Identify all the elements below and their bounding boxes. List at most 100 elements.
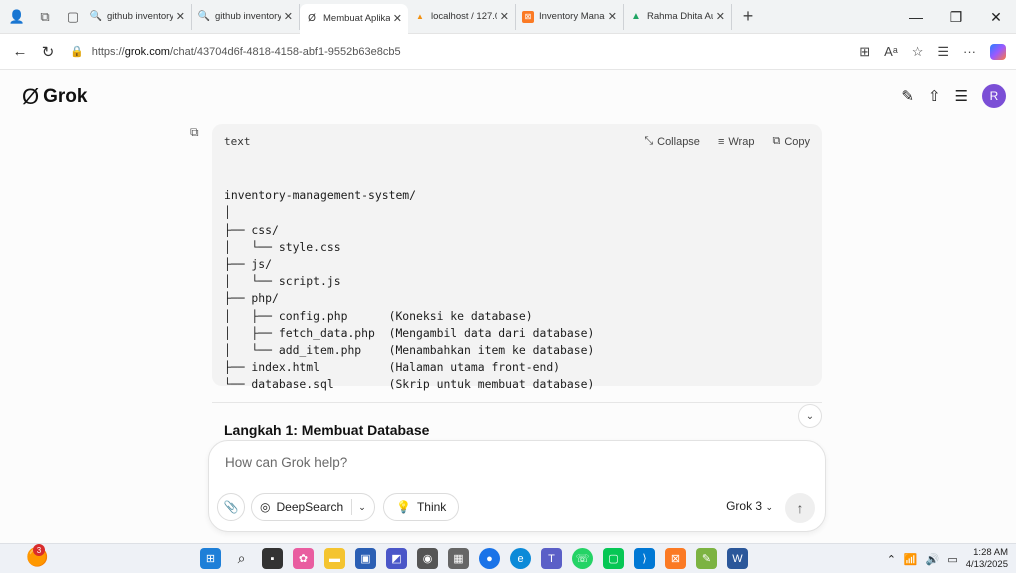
search-icon: 🔍 — [197, 11, 211, 22]
copy-message-icon[interactable]: ⧉ — [190, 125, 199, 140]
more-icon[interactable]: ··· — [963, 44, 976, 59]
whatsapp-icon[interactable]: ☏ — [572, 548, 593, 569]
url-prefix: https:// — [91, 45, 125, 58]
url-path: /chat/43704d6f-4818-4158-abf1-9552b63e8c… — [169, 45, 401, 58]
code-actions: ⤡ Collapse ≡ Wrap ⧉ Copy — [644, 135, 810, 148]
close-icon[interactable]: ✕ — [608, 10, 617, 23]
separator — [351, 499, 353, 515]
wrap-button[interactable]: ≡ Wrap — [718, 135, 755, 148]
collapse-button[interactable]: ⤡ Collapse — [644, 135, 700, 148]
line-icon[interactable]: ▢ — [603, 548, 624, 569]
chevron-down-icon[interactable]: ⌄ — [358, 502, 366, 513]
file-explorer-icon[interactable]: ▬ — [324, 548, 345, 569]
minimize-icon[interactable]: — — [896, 0, 936, 34]
arrow-up-icon: ↑ — [796, 500, 804, 516]
edge-icon[interactable]: e — [510, 548, 531, 569]
grok-logo[interactable]: Ø Grok — [22, 84, 87, 110]
browser-tab-4[interactable]: ▲ localhost / 127.0.0 ✕ — [408, 3, 516, 30]
new-chat-icon[interactable]: ✎ — [901, 87, 914, 105]
code-line: ├── index.html (Halaman utama front-end) — [224, 360, 561, 375]
tab-title: Inventory Manage — [539, 11, 605, 22]
browser-tab-6[interactable]: ▲ Rahma Dhita Aul ✕ — [624, 3, 732, 30]
close-window-icon[interactable]: ✕ — [976, 0, 1016, 34]
copilot-icon[interactable] — [990, 43, 1006, 60]
url-domain: grok.com — [124, 45, 170, 58]
lightbulb-icon: 💡 — [396, 500, 411, 514]
close-icon[interactable]: ✕ — [500, 10, 509, 23]
maps-icon[interactable]: ● — [479, 548, 500, 569]
model-label: Grok 3 — [726, 499, 763, 513]
favorites-icon[interactable]: ☰ — [937, 44, 949, 60]
avatar[interactable]: R — [982, 84, 1006, 108]
think-button[interactable]: 💡 Think — [383, 493, 460, 521]
back-icon[interactable]: ← — [6, 43, 34, 60]
deepsearch-label: DeepSearch — [276, 500, 344, 514]
app-available-icon[interactable]: ⊞ — [859, 44, 870, 60]
browser-tab-2[interactable]: 🔍 github inventory ✕ — [192, 3, 300, 30]
model-selector[interactable]: Grok 3 ⌄ — [726, 499, 773, 513]
collapse-label: Collapse — [657, 135, 700, 148]
tab-title: github inventory — [107, 11, 173, 22]
vscode-icon[interactable]: ⟩ — [634, 548, 655, 569]
code-line: │ └── style.css — [224, 239, 341, 254]
favorite-star-icon[interactable]: ☆ — [912, 44, 924, 60]
close-icon[interactable]: ✕ — [393, 12, 402, 25]
browser-tab-5[interactable]: ⊠ Inventory Manage ✕ — [516, 3, 624, 30]
prompt-input[interactable] — [225, 455, 785, 470]
new-tab-button[interactable]: + — [736, 6, 760, 27]
task-view-icon[interactable]: ▪ — [262, 548, 283, 569]
scroll-down-button[interactable]: ⌄ — [798, 404, 822, 428]
teams-icon[interactable]: T — [541, 548, 562, 569]
paint-icon[interactable]: ✎ — [696, 548, 717, 569]
search-icon[interactable]: ⌕ — [231, 548, 252, 569]
grok-icon: Ø — [308, 13, 316, 24]
browser-tab-strip: 👤 ⧉ ▢ 🔍 github inventory ✕ 🔍 github inve… — [0, 0, 1016, 34]
drive-icon: ▲ — [631, 11, 641, 22]
phpmyadmin-icon: ▲ — [416, 12, 424, 21]
calculator-icon[interactable]: ▦ — [448, 548, 469, 569]
window-controls: — ❐ ✕ — [896, 0, 1016, 34]
send-button[interactable]: ↑ — [785, 493, 815, 523]
widgets-icon[interactable]: ✿ — [293, 548, 314, 569]
code-line: ├── js/ — [224, 257, 273, 272]
attach-button[interactable]: 📎 — [217, 493, 245, 521]
url-field[interactable]: 🔒 https://grok.com/chat/43704d6f-4818-41… — [70, 45, 859, 59]
step-heading: Langkah 1: Membuat Database — [224, 422, 430, 438]
think-label: Think — [416, 500, 447, 514]
store-icon[interactable]: ▣ — [355, 548, 376, 569]
word-icon[interactable]: W — [727, 548, 748, 569]
grok-mark-icon: Ø — [22, 84, 40, 109]
battery-icon[interactable]: ▭ — [947, 553, 957, 566]
windows-start-icon[interactable]: ⊞ — [200, 548, 221, 569]
close-icon[interactable]: ✕ — [716, 10, 725, 23]
tab-title: Rahma Dhita Aul — [647, 11, 713, 22]
taskbar-apps: ⊞ ⌕ ▪ ✿ ▬ ▣ ◩ ◉ ▦ ● e T ☏ ▢ ⟩ ⊠ ✎ W — [200, 548, 748, 569]
restore-icon[interactable]: ❐ — [936, 0, 976, 34]
close-icon[interactable]: ✕ — [176, 10, 185, 23]
code-language: text — [224, 135, 251, 148]
photos-icon[interactable]: ◩ — [386, 548, 407, 569]
volume-icon[interactable]: 🔊 — [926, 553, 940, 566]
browser-tab-3[interactable]: Ø Membuat Aplikasi ✕ — [300, 3, 408, 34]
paperclip-icon: 📎 — [223, 500, 239, 514]
clock[interactable]: 1:28 AM 4/13/2025 — [966, 547, 1008, 571]
share-icon[interactable]: ⇧ — [928, 87, 941, 105]
code-line: ├── css/ — [224, 222, 279, 237]
collapse-icon: ⤡ — [644, 135, 654, 147]
workspaces-icon[interactable]: ⧉ — [34, 6, 56, 28]
browser-tab-1[interactable]: 🔍 github inventory ✕ — [84, 3, 192, 30]
read-aloud-icon[interactable]: Aᵃ — [884, 44, 898, 59]
close-icon[interactable]: ✕ — [284, 10, 293, 23]
system-tray: ⌃ 📶 🔊 ▭ 1:28 AM 4/13/2025 — [887, 547, 1008, 571]
refresh-icon[interactable]: ↻ — [34, 43, 62, 61]
camera-icon[interactable]: ◉ — [417, 548, 438, 569]
wifi-icon[interactable]: 📶 — [904, 553, 918, 566]
profile-icon[interactable]: 👤 — [6, 6, 28, 28]
chevron-up-icon[interactable]: ⌃ — [887, 553, 896, 566]
copy-button[interactable]: ⧉ Copy — [772, 135, 810, 148]
notification-badge: 3 — [33, 544, 45, 556]
history-search-icon[interactable]: ☰ — [955, 87, 968, 105]
tab-actions-icon[interactable]: ▢ — [62, 6, 84, 28]
deepsearch-button[interactable]: ◎ DeepSearch ⌄ — [251, 493, 375, 521]
xampp-icon[interactable]: ⊠ — [665, 548, 686, 569]
